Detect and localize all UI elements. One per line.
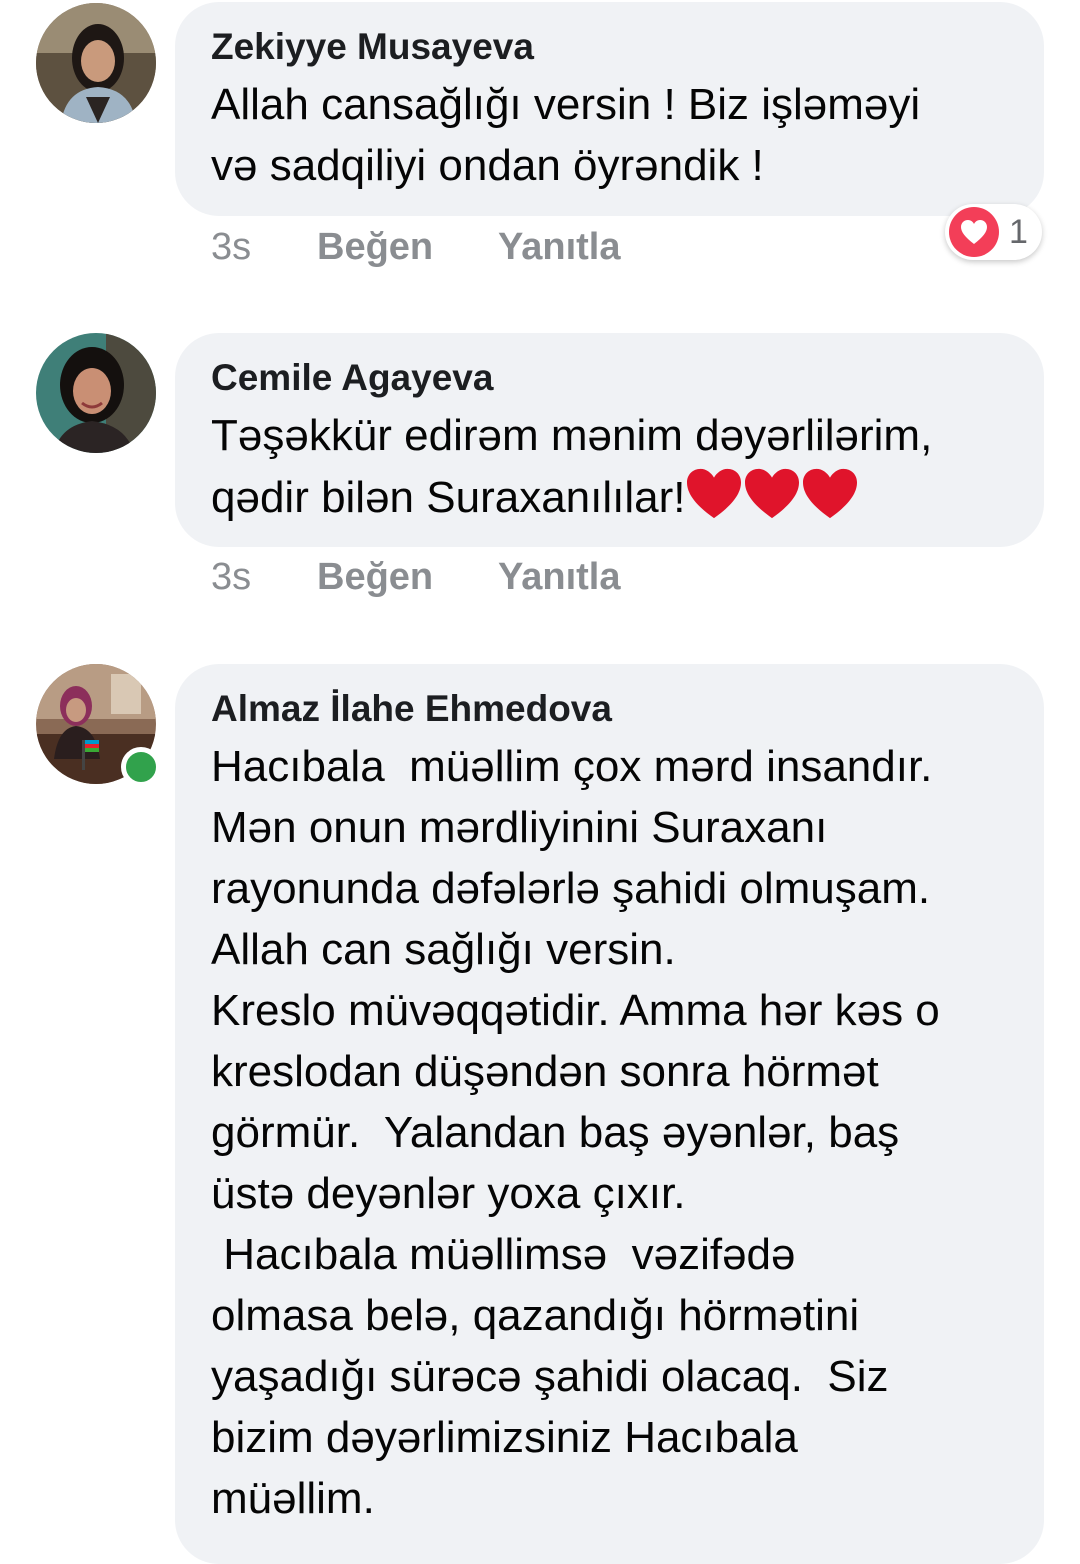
reaction-count: 1 [1009, 212, 1028, 251]
comment-text: Hacıbala müəllim çox mərd insandır. Mən … [211, 742, 940, 1523]
comment-author[interactable]: Cemile Agayeva [211, 355, 1014, 401]
red-heart-emoji [685, 466, 743, 520]
comment-timestamp[interactable]: 3s [211, 226, 251, 269]
reply-button[interactable]: Yanıtla [498, 226, 621, 269]
online-status-indicator [121, 747, 161, 787]
like-button[interactable]: Beğen [317, 556, 433, 599]
avatar[interactable] [36, 333, 156, 453]
comment-text: Allah cansağlığı versin ! Biz işləməyi v… [211, 80, 921, 190]
comment-author[interactable]: Zekiyye Musayeva [211, 24, 1014, 70]
heart-icon [949, 207, 999, 257]
comment-author[interactable]: Almaz İlahe Ehmedova [211, 686, 1014, 732]
comment-timestamp[interactable]: 3s [211, 556, 251, 599]
red-heart-emoji [743, 466, 801, 520]
avatar[interactable] [36, 3, 156, 123]
comment-bubble: Cemile Agayeva Təşəkkür edirəm mənim dəy… [175, 333, 1044, 547]
comment-bubble: Almaz İlahe Ehmedova Hacıbala müəllim ço… [175, 664, 1044, 1564]
comment-text: Təşəkkür edirəm mənim dəyərlilərim, qədi… [211, 405, 1014, 528]
reaction-badge[interactable]: 1 [945, 204, 1042, 260]
red-heart-emoji [801, 466, 859, 520]
like-button[interactable]: Beğen [317, 226, 433, 269]
reply-button[interactable]: Yanıtla [498, 556, 621, 599]
comment-bubble: Zekiyye Musayeva Allah cansağlığı versin… [175, 2, 1044, 216]
